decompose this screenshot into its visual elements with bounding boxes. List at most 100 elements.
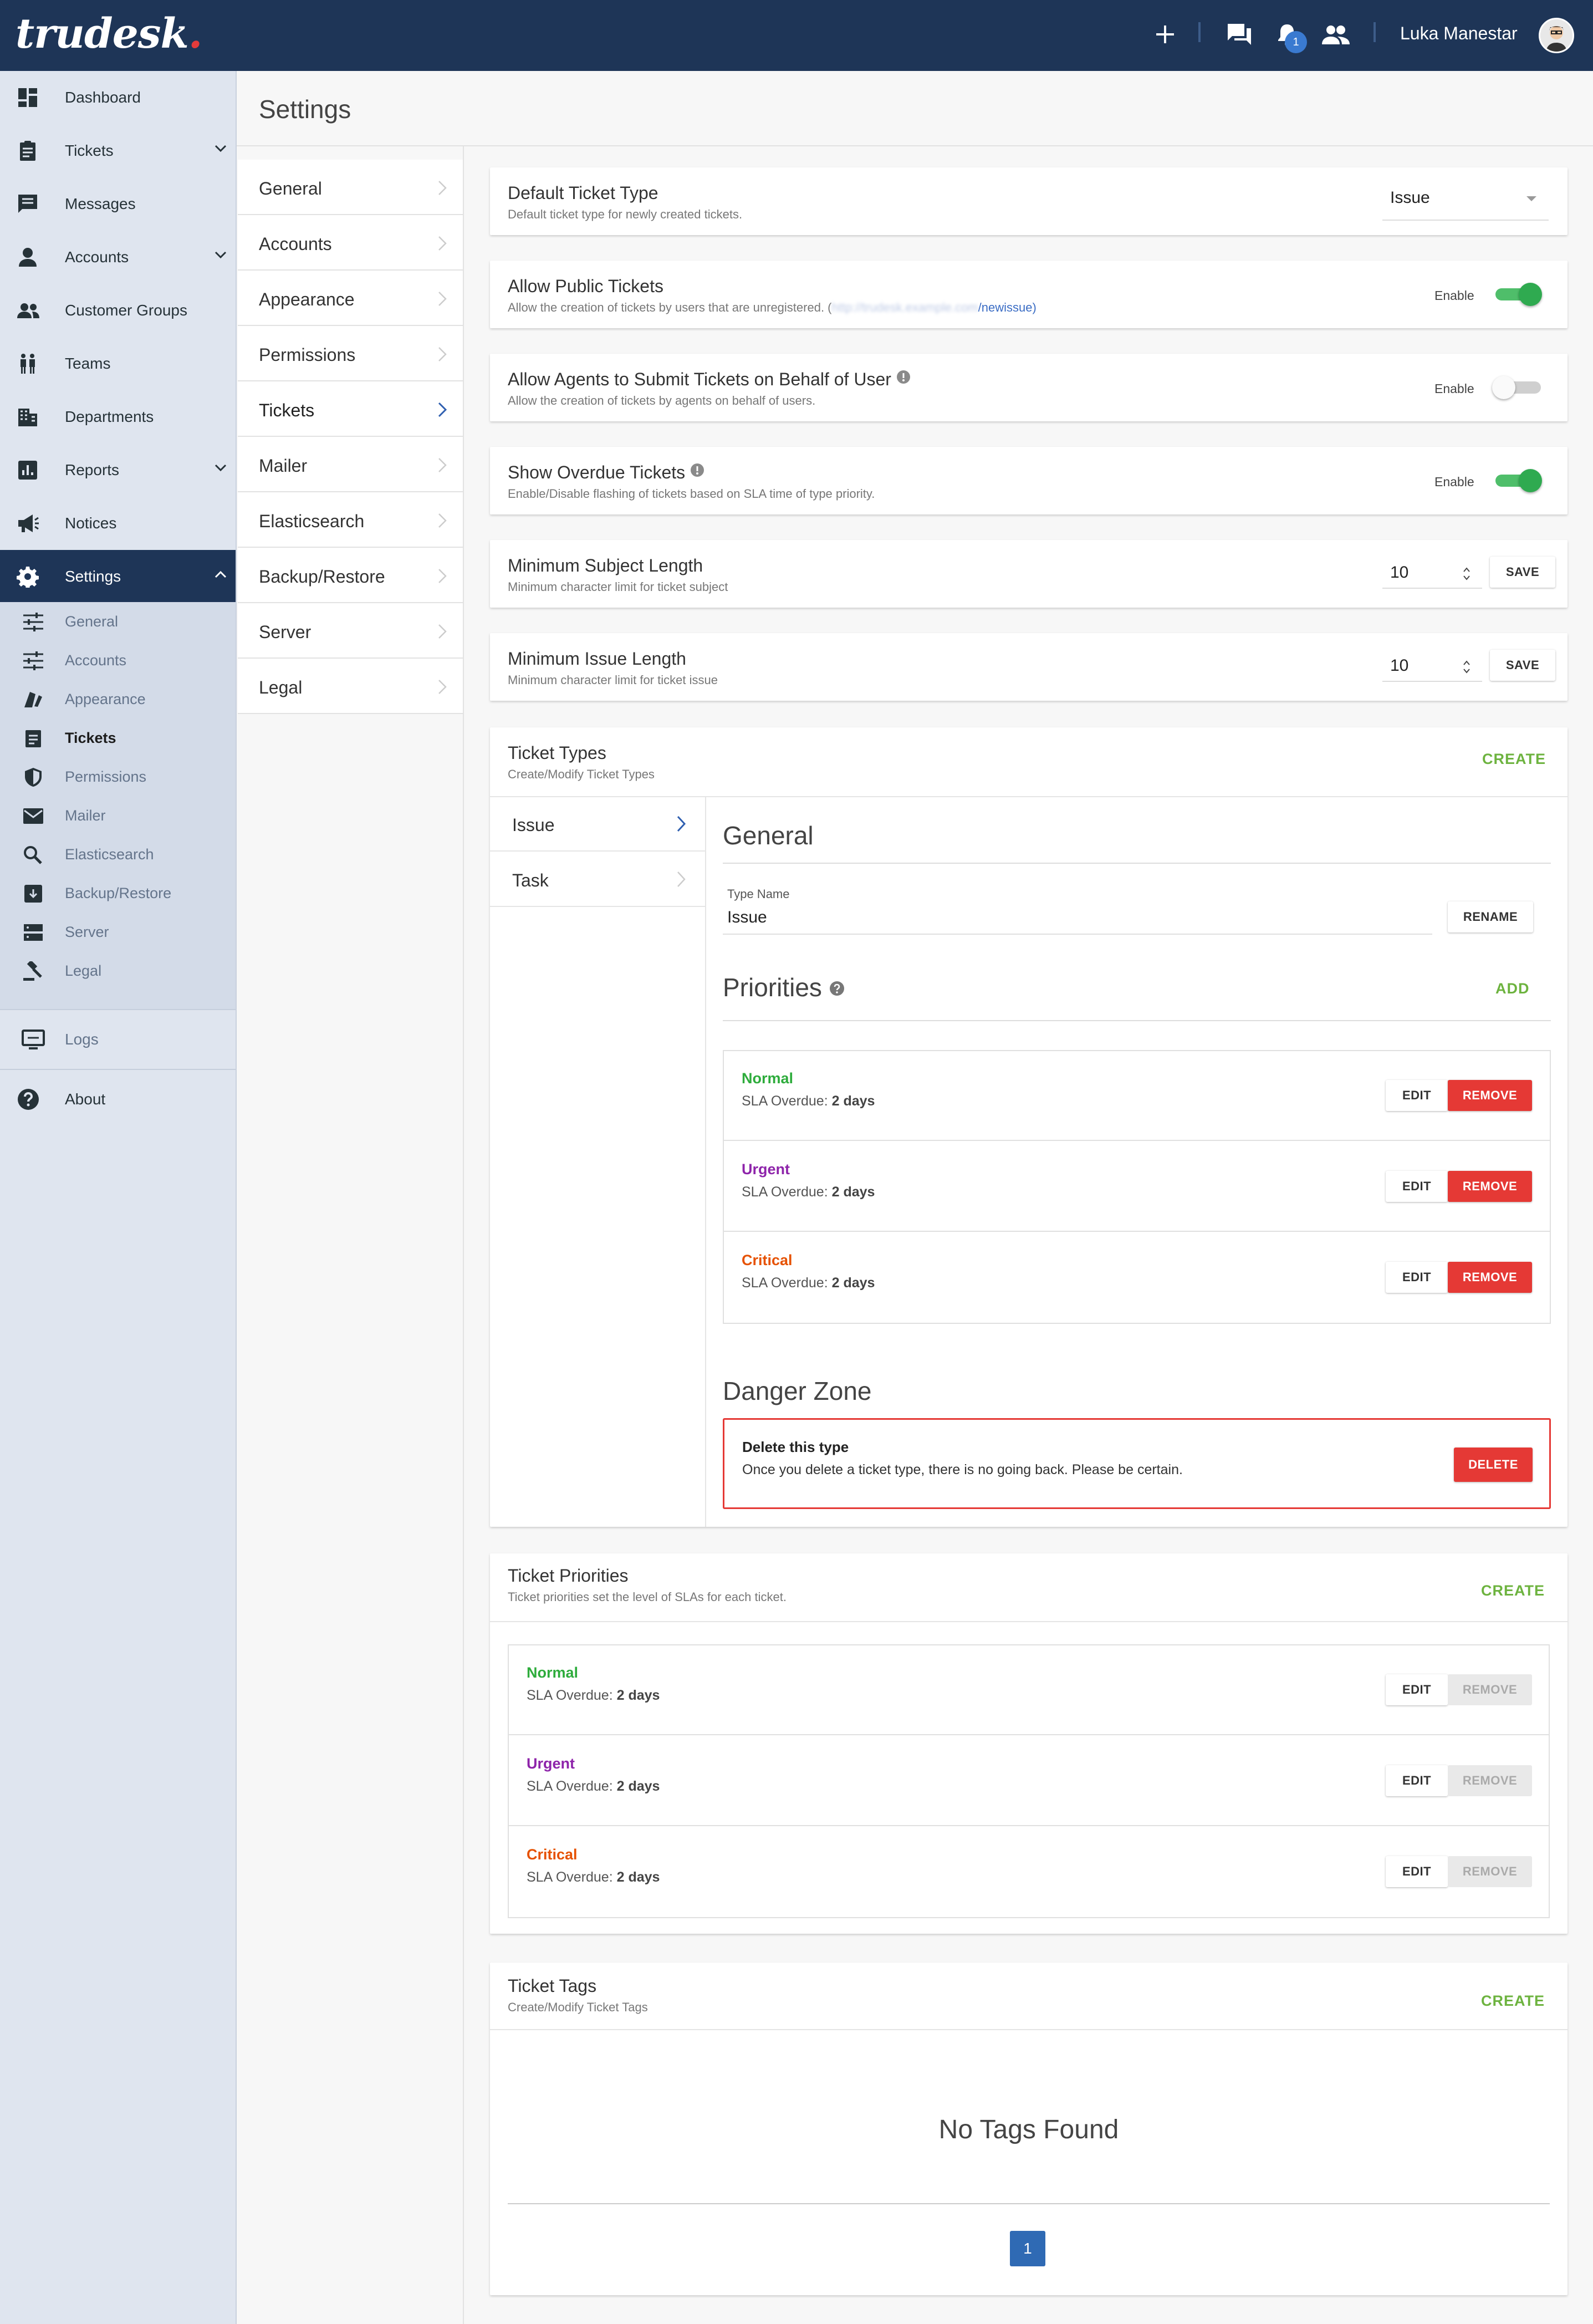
add-priority-link[interactable]: ADD [1495, 980, 1530, 997]
sidebar-item-tickets[interactable]: Tickets [0, 124, 236, 177]
trudesk-logo[interactable]: trudesk. [16, 10, 202, 58]
sidebar-item-departments[interactable]: Departments [0, 390, 236, 444]
sidebar-sub-label: Legal [65, 962, 102, 979]
edit-button[interactable]: EDIT [1386, 1171, 1448, 1202]
edit-button[interactable]: EDIT [1386, 1856, 1448, 1887]
chat-icon[interactable] [1222, 17, 1257, 52]
sidebar-item-logs[interactable]: Logs [0, 1010, 236, 1069]
sidebar-item-dashboard[interactable]: Dashboard [0, 71, 236, 124]
sidebar-sub-permissions[interactable]: Permissions [0, 757, 236, 796]
settings-menu-accounts[interactable]: Accounts [238, 215, 463, 271]
settings-menu-label: Legal [259, 677, 303, 697]
sidebar-sub-backup-restore[interactable]: Backup/Restore [0, 874, 236, 913]
sidebar-sub-mailer[interactable]: Mailer [0, 796, 236, 835]
search-icon [22, 845, 44, 865]
list-item: Normal SLA Overdue: 2 days EDIT REMOVE [509, 1645, 1549, 1735]
sidebar-sub-label: Elasticsearch [65, 846, 154, 863]
card-title: Ticket Priorities [508, 1566, 629, 1586]
sidebar-item-about[interactable]: About [0, 1070, 236, 1129]
sidebar-sub-server[interactable]: Server [0, 913, 236, 951]
edit-button[interactable]: EDIT [1386, 1262, 1448, 1293]
sidebar-item-reports[interactable]: Reports [0, 444, 236, 497]
sidebar-sub-appearance[interactable]: Appearance [0, 680, 236, 718]
settings-menu-tickets[interactable]: Tickets [238, 381, 463, 437]
sidebar-item-notices[interactable]: Notices [0, 497, 236, 550]
settings-menu-legal[interactable]: Legal [238, 659, 463, 714]
sidebar-sub-label: General [65, 613, 119, 630]
remove-button[interactable]: REMOVE [1448, 1080, 1532, 1111]
top-bar: trudesk. 1 Luka Manestar [0, 0, 1593, 71]
sidebar-sub-label: Backup/Restore [65, 885, 172, 901]
settings-menu-mailer[interactable]: Mailer [238, 437, 463, 492]
settings-menu-label: Backup/Restore [259, 567, 385, 587]
settings-menu-appearance[interactable]: Appearance [238, 271, 463, 326]
settings-menu-permissions[interactable]: Permissions [238, 326, 463, 381]
save-button[interactable]: SAVE [1490, 650, 1555, 681]
pagination-page[interactable]: 1 [1010, 2231, 1045, 2266]
avatar[interactable] [1539, 18, 1574, 53]
plus-icon[interactable] [1147, 17, 1183, 52]
sidebar-item-settings[interactable]: Settings [0, 550, 236, 603]
settings-menu-elasticsearch[interactable]: Elasticsearch [238, 492, 463, 548]
sidebar-sub-legal[interactable]: Legal [0, 951, 236, 990]
edit-button[interactable]: EDIT [1386, 1765, 1448, 1796]
clipboard-icon [17, 140, 40, 162]
sidebar-item-customer-groups[interactable]: Customer Groups [0, 284, 236, 337]
danger-zone-box: Delete this type Once you delete a ticke… [723, 1418, 1551, 1509]
type-name-input[interactable]: Issue [723, 904, 1432, 935]
edit-button[interactable]: EDIT [1386, 1080, 1448, 1111]
type-item-issue[interactable]: Issue [490, 797, 705, 852]
overdue-toggle[interactable] [1492, 469, 1543, 492]
type-priority-list: Normal SLA Overdue: 2 days EDIT REMOVE U… [723, 1050, 1551, 1324]
message-icon [17, 193, 40, 215]
delete-button[interactable]: DELETE [1454, 1448, 1533, 1482]
toggle-label: Enable [1434, 288, 1474, 303]
sidebar-item-messages[interactable]: Messages [0, 177, 236, 231]
sidebar-sub-tickets[interactable]: Tickets [0, 718, 236, 757]
type-list: Issue Task [490, 797, 706, 1527]
toggle-label: Enable [1434, 475, 1474, 489]
sidebar-item-teams[interactable]: Teams [0, 337, 236, 390]
list-item: Urgent SLA Overdue: 2 days EDIT REMOVE [509, 1736, 1549, 1826]
rename-button[interactable]: RENAME [1448, 901, 1533, 932]
settings-menu-backup-restore[interactable]: Backup/Restore [238, 548, 463, 603]
edit-button[interactable]: EDIT [1386, 1674, 1448, 1705]
users-icon[interactable] [1318, 17, 1354, 52]
allow-public-toggle[interactable] [1492, 283, 1543, 306]
building-icon [17, 406, 40, 428]
teams-icon [17, 353, 40, 375]
settings-menu-general[interactable]: General [238, 160, 463, 215]
sidebar-item-label: Teams [65, 355, 111, 372]
create-type-link[interactable]: CREATE [1482, 751, 1546, 768]
sidebar-sub-label: Server [65, 924, 109, 940]
agents-submit-toggle[interactable] [1492, 376, 1543, 399]
default-type-select[interactable]: Issue [1382, 182, 1549, 221]
chevron-down-icon [214, 144, 227, 156]
create-tag-link[interactable]: CREATE [1481, 1992, 1545, 2010]
settings-menu-server[interactable]: Server [238, 603, 463, 659]
remove-button[interactable]: REMOVE [1448, 1171, 1532, 1202]
newissue-link[interactable]: /newissue [978, 300, 1033, 314]
mail-icon [22, 806, 44, 826]
min-issue-input[interactable]: 10 [1382, 651, 1482, 682]
remove-button[interactable]: REMOVE [1448, 1262, 1532, 1293]
sidebar-item-accounts[interactable]: Accounts [0, 231, 236, 284]
min-subject-input[interactable]: 10 [1382, 558, 1482, 589]
save-button[interactable]: SAVE [1490, 557, 1555, 588]
settings-menu-label: Accounts [259, 234, 332, 254]
tune-icon [22, 651, 44, 671]
sidebar-sub-general[interactable]: General [0, 602, 236, 641]
create-priority-link[interactable]: CREATE [1481, 1582, 1545, 1599]
palette-icon [22, 690, 44, 710]
ticket-types-card: Ticket Types Create/Modify Ticket Types … [490, 727, 1568, 1527]
type-item-task[interactable]: Task [490, 853, 705, 907]
sidebar-sub-elasticsearch[interactable]: Elasticsearch [0, 835, 236, 874]
username[interactable]: Luka Manestar [1400, 23, 1518, 44]
sidebar-sub-accounts[interactable]: Accounts [0, 641, 236, 680]
sidebar-item-label: Logs [65, 1031, 99, 1048]
chevron-right-icon [676, 815, 686, 835]
spinner-icon[interactable] [1462, 659, 1471, 678]
settings-menu-label: Permissions [259, 345, 356, 365]
sidebar-item-label: Dashboard [65, 89, 141, 106]
spinner-icon[interactable] [1462, 565, 1471, 585]
